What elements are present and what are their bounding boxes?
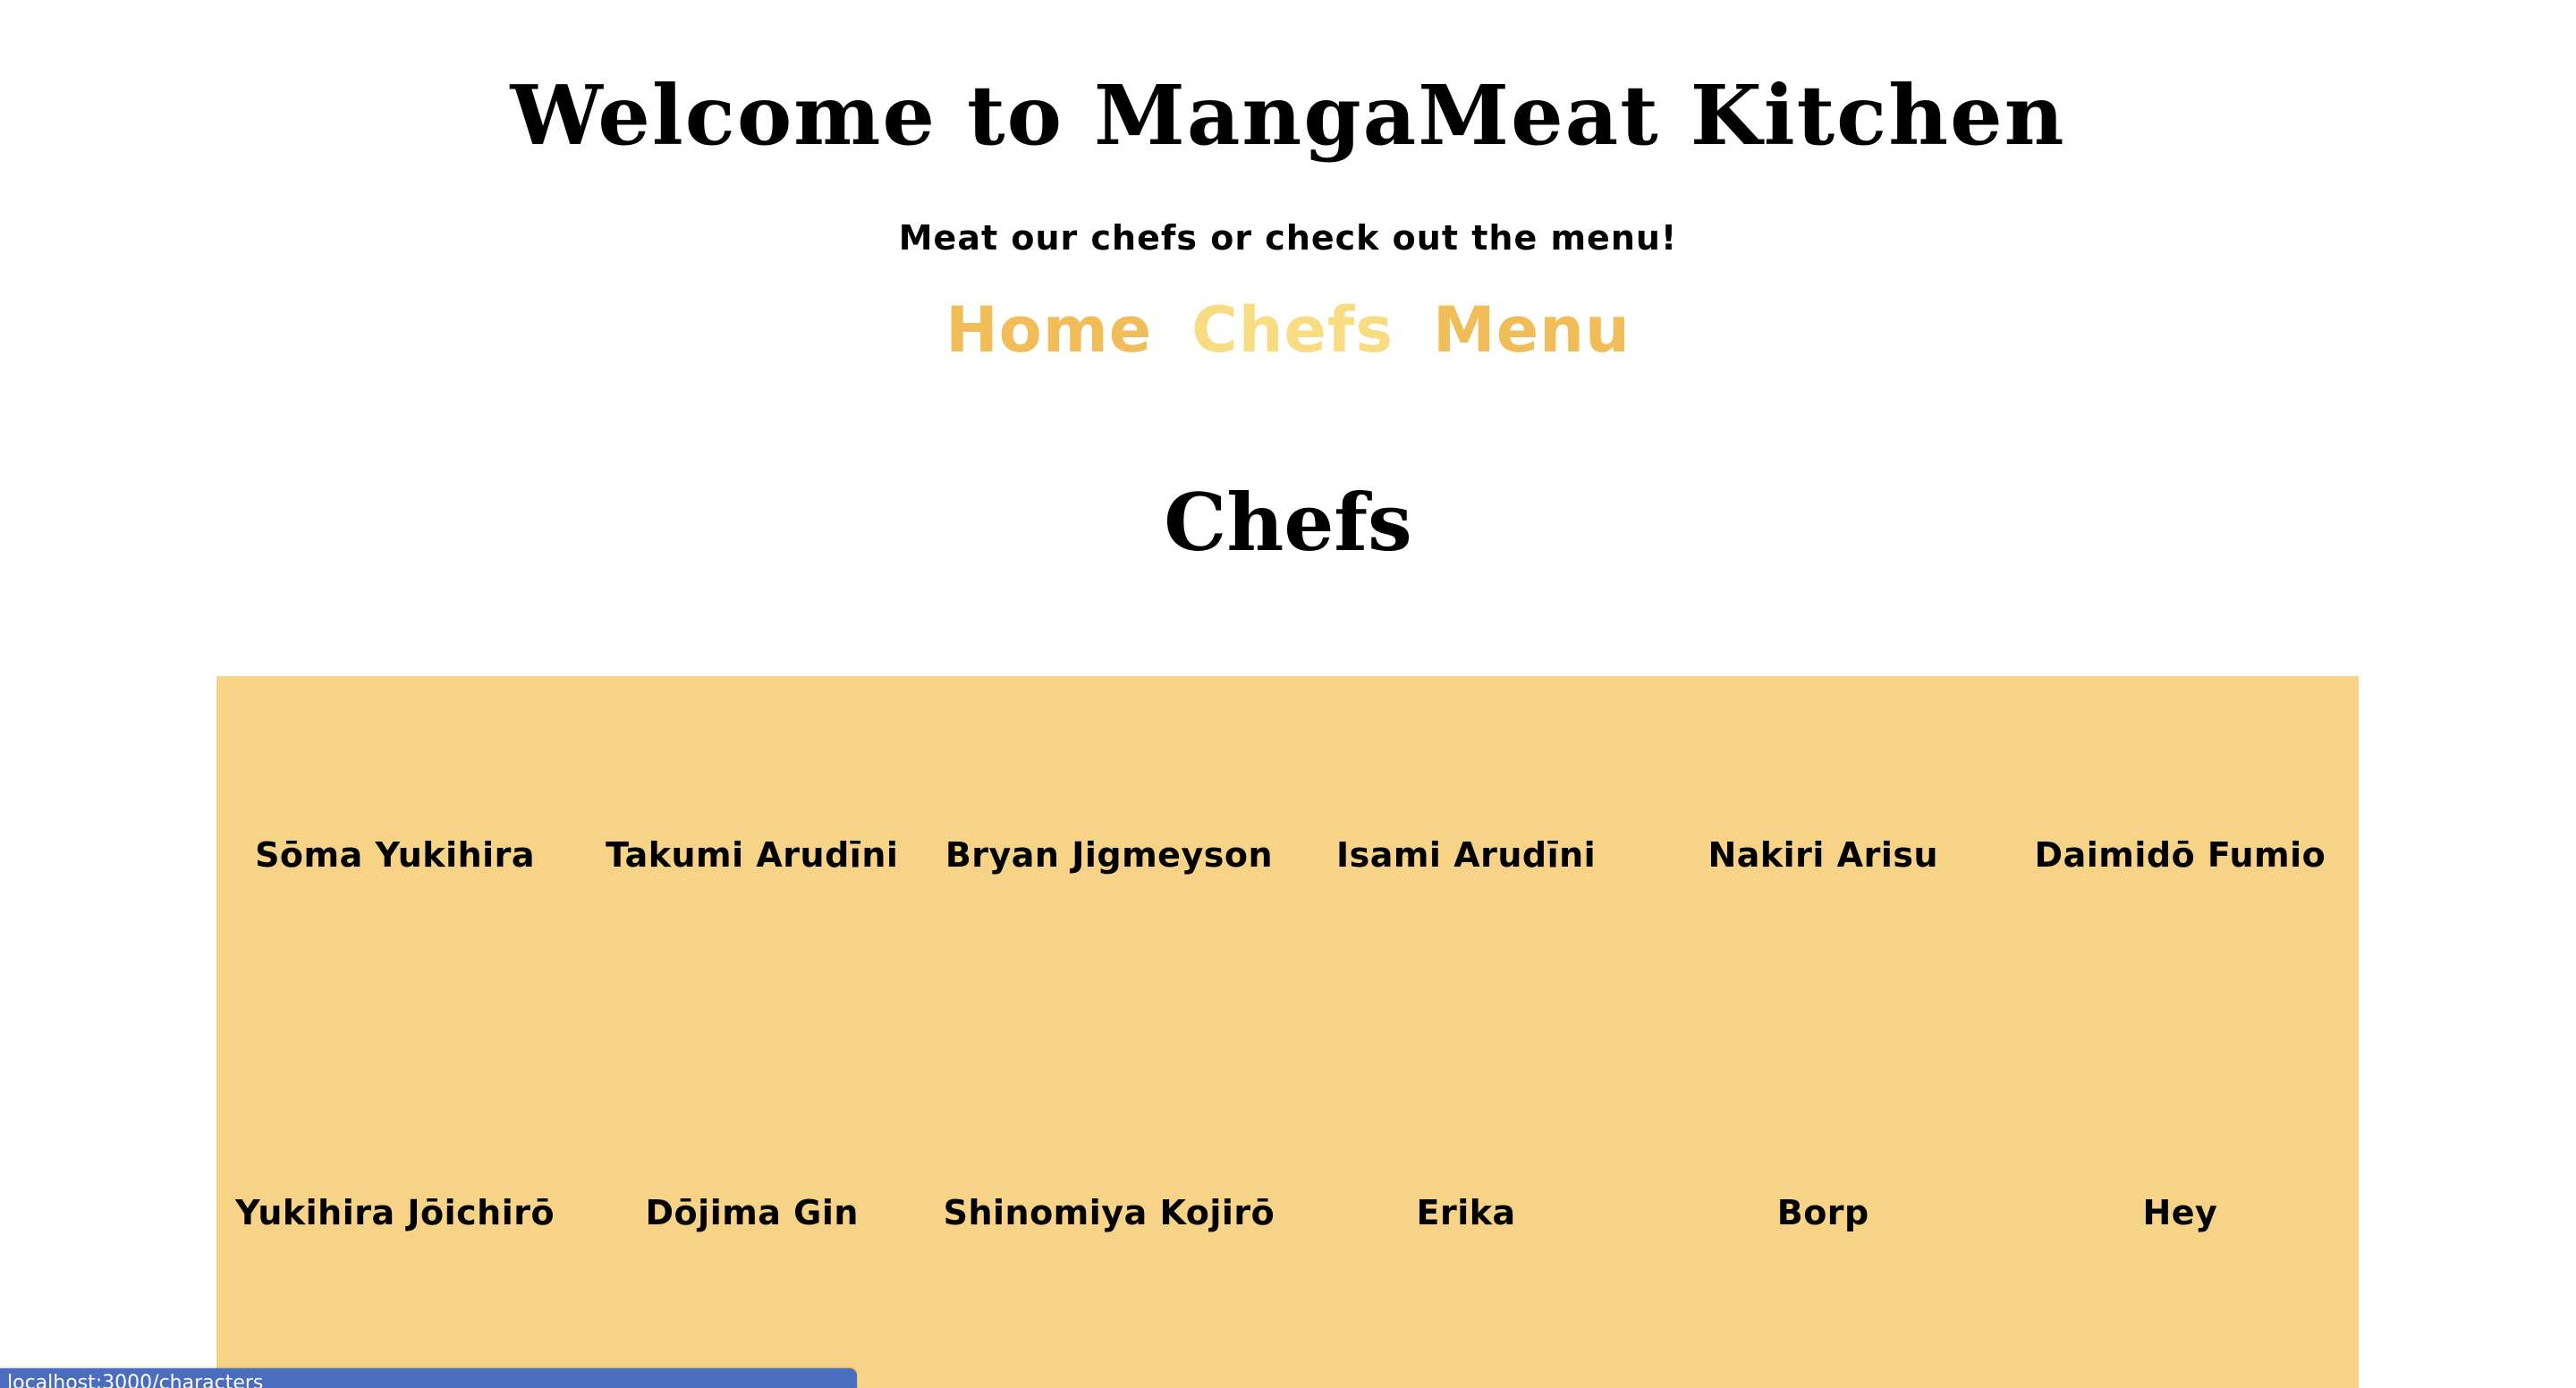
chef-card[interactable]: Bryan Jigmeyson: [930, 676, 1287, 1034]
chef-name: Borp: [1776, 1193, 1869, 1232]
page: Welcome to MangaMeat Kitchen Meat our ch…: [0, 0, 2576, 1388]
chef-card[interactable]: Shinomiya Kojirō: [930, 1034, 1287, 1388]
chef-name: Shinomiya Kojirō: [943, 1193, 1275, 1232]
section-heading: Chefs: [1164, 476, 1412, 569]
chef-card[interactable]: Hey: [2002, 1034, 2359, 1388]
chef-card[interactable]: Isami Arudīni: [1287, 676, 1644, 1034]
nav-link-menu[interactable]: Menu: [1433, 290, 1631, 370]
browser-status-bar: localhost:3000/characters: [0, 1368, 857, 1388]
chef-name: Hey: [2142, 1193, 2218, 1232]
status-url: localhost:3000/characters: [7, 1372, 264, 1388]
chef-grid: Sōma Yukihira Takumi Arudīni Bryan Jigme…: [216, 676, 2359, 1388]
chef-name: Dōjima Gin: [645, 1193, 859, 1232]
main-nav: Home Chefs Menu: [0, 290, 2576, 370]
chef-card[interactable]: Sōma Yukihira: [216, 676, 573, 1034]
chef-name: Isami Arudīni: [1335, 835, 1597, 875]
chef-card[interactable]: Borp: [1645, 1034, 2002, 1388]
chef-card[interactable]: Dōjima Gin: [573, 1034, 930, 1388]
chef-name: Bryan Jigmeyson: [945, 835, 1273, 875]
chef-card[interactable]: Daimidō Fumio: [2002, 676, 2359, 1034]
chef-name: Nakiri Arisu: [1707, 835, 1939, 875]
nav-link-home[interactable]: Home: [945, 290, 1152, 370]
site-title: Welcome to MangaMeat Kitchen: [510, 67, 2066, 164]
chef-name: Sōma Yukihira: [255, 835, 536, 875]
nav-link-chefs[interactable]: Chefs: [1191, 290, 1394, 370]
chef-name: Daimidō Fumio: [2034, 835, 2326, 875]
chef-card[interactable]: Nakiri Arisu: [1645, 676, 2002, 1034]
tagline: Meat our chefs or check out the menu!: [898, 218, 1678, 258]
chef-name: Erika: [1416, 1193, 1516, 1232]
chef-name: Takumi Arudīni: [606, 835, 899, 875]
chef-card[interactable]: Yukihira Jōichirō: [216, 1034, 573, 1388]
chef-name: Yukihira Jōichirō: [235, 1193, 555, 1232]
chef-card[interactable]: Takumi Arudīni: [573, 676, 930, 1034]
chef-card[interactable]: Erika: [1287, 1034, 1644, 1388]
